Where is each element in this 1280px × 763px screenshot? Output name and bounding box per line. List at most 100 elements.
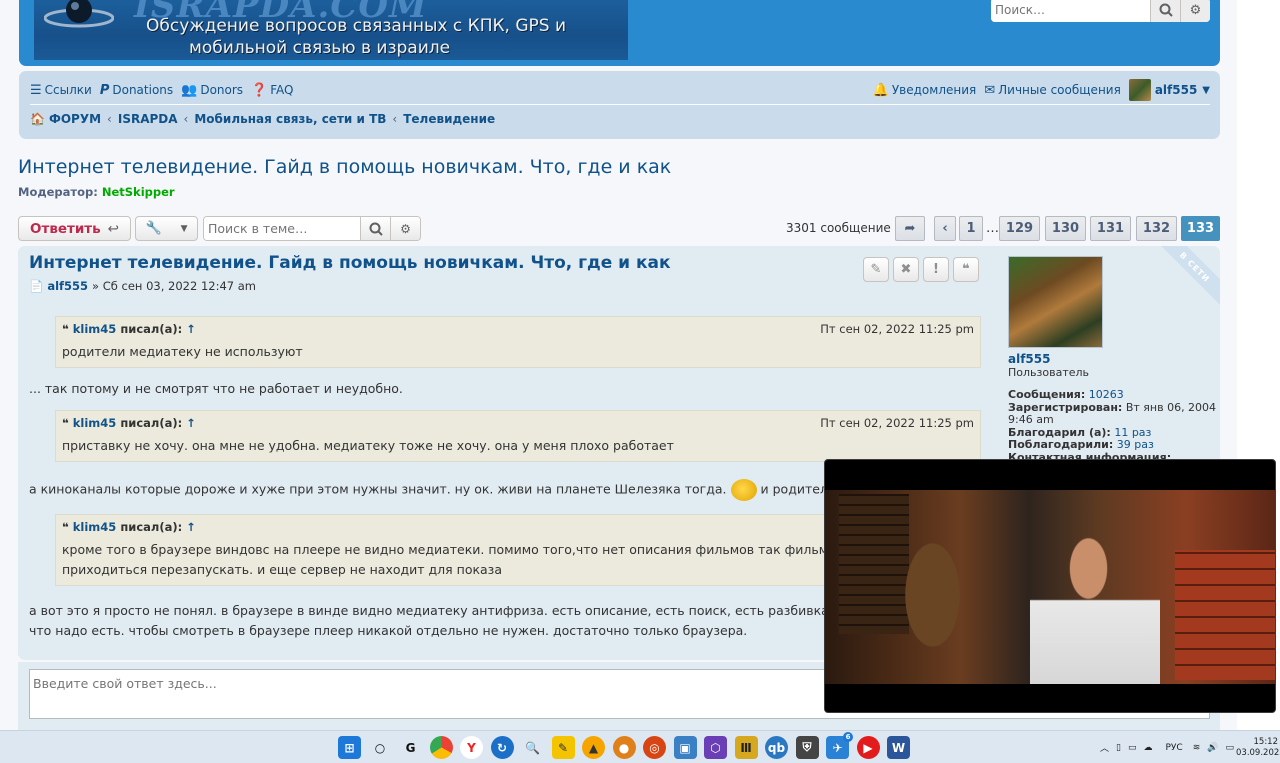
page-title[interactable]: Интернет телевидение. Гайд в помощь нови…: [18, 156, 671, 178]
start-icon[interactable]: ⊞: [338, 736, 361, 759]
bell-icon: 🔔: [872, 82, 889, 98]
nav-link-faq[interactable]: ❓ FAQ: [251, 83, 293, 98]
triangle-app-icon[interactable]: ▲: [582, 736, 605, 759]
profile-rank: Пользователь: [1008, 366, 1090, 379]
quote-source-arrow[interactable]: ↑: [186, 520, 196, 534]
play-app-icon[interactable]: ▶: [856, 736, 880, 759]
clock[interactable]: 15:12 03.09.2022: [1236, 737, 1280, 759]
qb-app-icon[interactable]: qb: [765, 736, 788, 759]
cloud-icon[interactable]: ☁: [1143, 743, 1152, 753]
search-button[interactable]: [1150, 0, 1180, 22]
question-icon: ❓: [251, 82, 268, 98]
photos-app-icon[interactable]: ▣: [673, 736, 697, 759]
logo-tagline-1: Обсуждение вопросов связанных с КПК, GPS…: [146, 16, 567, 36]
taskbar: ⊞ ○ G Y ↻ 🔍 ✎ ▲ ● ◎ ▣ ⬡ Ⅲ qb ⛨ ✈ 6 ▶ W ︿ …: [0, 730, 1280, 763]
document-icon[interactable]: 📄: [29, 279, 43, 293]
usb-icon[interactable]: ▯: [1116, 743, 1121, 753]
volume-icon[interactable]: 🔊: [1207, 743, 1218, 753]
site-logo[interactable]: ISRAPDA.COM Обсуждение вопросов связанны…: [34, 0, 628, 60]
search-icon: [369, 222, 383, 236]
prev-page-button[interactable]: ‹: [934, 216, 956, 241]
users-icon: 👥: [181, 82, 198, 98]
page-132[interactable]: 132: [1136, 216, 1177, 241]
profile-thanked-link[interactable]: 11 раз: [1114, 426, 1151, 439]
quote-button[interactable]: ❝: [953, 257, 979, 282]
globe-logo-icon: [44, 0, 114, 28]
breadcrumb-tv[interactable]: Телевидение: [403, 112, 495, 126]
breadcrumb-forum[interactable]: 🏠 ФОРУМ: [30, 112, 101, 126]
header-search-input[interactable]: [991, 0, 1150, 22]
page-1[interactable]: 1: [959, 216, 983, 241]
app-icon-g[interactable]: G: [399, 736, 422, 759]
library-app-icon[interactable]: Ⅲ: [734, 736, 758, 759]
share-arrow-icon: ➦: [904, 221, 916, 236]
page-129[interactable]: 129: [999, 216, 1040, 241]
quote-author-link[interactable]: klim45: [73, 520, 117, 534]
nav-link-donations[interactable]: P Donations: [100, 83, 173, 98]
caret-down-icon: ▼: [180, 223, 188, 234]
shield-app-icon[interactable]: ⛨: [795, 736, 819, 759]
refresh-app-icon[interactable]: ↻: [490, 736, 514, 759]
yandex-browser-icon[interactable]: Y: [460, 736, 483, 759]
nav-links-row: ☰ Ссылки P Donations 👥 Donors ❓ FAQ 🔔 Уведомл…: [30, 79, 1210, 101]
paypal-icon: P: [99, 82, 110, 98]
topic-search: ⚙: [203, 216, 421, 241]
video-frame: [825, 490, 1275, 685]
nav-link-links[interactable]: ☰ Ссылки: [30, 83, 92, 98]
battery-icon[interactable]: ▭: [1225, 743, 1234, 753]
sticky-notes-icon[interactable]: ✎: [551, 736, 575, 759]
notifications-link[interactable]: 🔔 Уведомления: [873, 83, 977, 98]
thumbs-up-smiley-icon: [730, 479, 757, 501]
quote-source-arrow[interactable]: ↑: [186, 416, 196, 430]
jump-to-page-button[interactable]: ➦: [895, 216, 925, 241]
breadcrumb-mobile[interactable]: Мобильная связь, сети и ТВ: [194, 112, 386, 126]
magnifier-app-icon[interactable]: 🔍: [521, 736, 544, 759]
chevron-up-icon[interactable]: ︿: [1100, 741, 1109, 754]
user-menu[interactable]: alf555 ▼: [1128, 79, 1210, 101]
quote-author-link[interactable]: klim45: [73, 416, 117, 430]
telegram-icon[interactable]: ✈ 6: [826, 732, 853, 759]
profile-username[interactable]: alf555: [1008, 352, 1218, 366]
post-meta: 📄 alf555 » Сб сен 03, 2022 12:47 am: [29, 279, 256, 293]
hexagon-app-icon[interactable]: ⬡: [704, 736, 727, 759]
profile-thanks-link[interactable]: 39 раз: [1117, 438, 1154, 451]
topic-tools-button[interactable]: 🔧 ▼: [135, 216, 198, 241]
profile-posts-link[interactable]: 10263: [1089, 388, 1124, 401]
topic-advanced-search-button[interactable]: ⚙: [390, 217, 420, 240]
logo-tagline-2: мобильной связью в израиле: [189, 38, 451, 58]
post-author-link[interactable]: alf555: [47, 279, 88, 293]
flag-icon[interactable]: ▭: [1128, 743, 1137, 753]
quote-text: родители медиатеку не используют: [62, 344, 303, 359]
delete-button[interactable]: ✖: [893, 257, 919, 282]
moderator-line: Модератор: NetSkipper: [18, 185, 175, 199]
breadcrumb-israpda[interactable]: ISRAPDA: [118, 112, 178, 126]
post-title[interactable]: Интернет телевидение. Гайд в помощь нови…: [29, 253, 671, 273]
advanced-search-button[interactable]: ⚙: [1180, 0, 1210, 22]
quote-author-link[interactable]: klim45: [73, 322, 117, 336]
word-icon[interactable]: W: [887, 736, 910, 759]
moderator-link[interactable]: NetSkipper: [102, 185, 175, 199]
spiral-app-icon[interactable]: ◎: [643, 736, 666, 759]
post-count: 3301 сообщение: [786, 221, 891, 235]
topic-search-button[interactable]: [360, 217, 390, 240]
wifi-icon[interactable]: ≋: [1193, 743, 1201, 753]
report-button[interactable]: !: [923, 257, 949, 282]
action-bar: Ответить ↩ 🔧 ▼ ⚙ 3301 сообщение ➦ ‹ 1 … …: [18, 216, 1220, 242]
edit-button[interactable]: ✎: [863, 257, 889, 282]
reply-button[interactable]: Ответить ↩: [18, 216, 131, 241]
page-130[interactable]: 130: [1045, 216, 1086, 241]
language-indicator[interactable]: РУС: [1165, 743, 1182, 753]
page-131[interactable]: 131: [1090, 216, 1131, 241]
page-133-current[interactable]: 133: [1181, 216, 1220, 241]
picture-in-picture-video[interactable]: [824, 459, 1276, 713]
quote-source-arrow[interactable]: ↑: [186, 322, 196, 336]
private-messages-link[interactable]: ✉ Личные сообщения: [984, 83, 1121, 98]
orange-app-icon[interactable]: ●: [612, 736, 636, 759]
pencil-icon: ✎: [870, 262, 882, 277]
topic-search-input[interactable]: [204, 217, 360, 240]
nav-link-donors[interactable]: 👥 Donors: [181, 83, 243, 98]
avatar[interactable]: [1008, 256, 1103, 348]
chrome-icon[interactable]: [429, 736, 453, 759]
search-icon[interactable]: ○: [369, 736, 392, 759]
breadcrumb: 🏠 ФОРУМ ‹ ISRAPDA ‹ Мобильная связь, сети…: [30, 112, 495, 126]
